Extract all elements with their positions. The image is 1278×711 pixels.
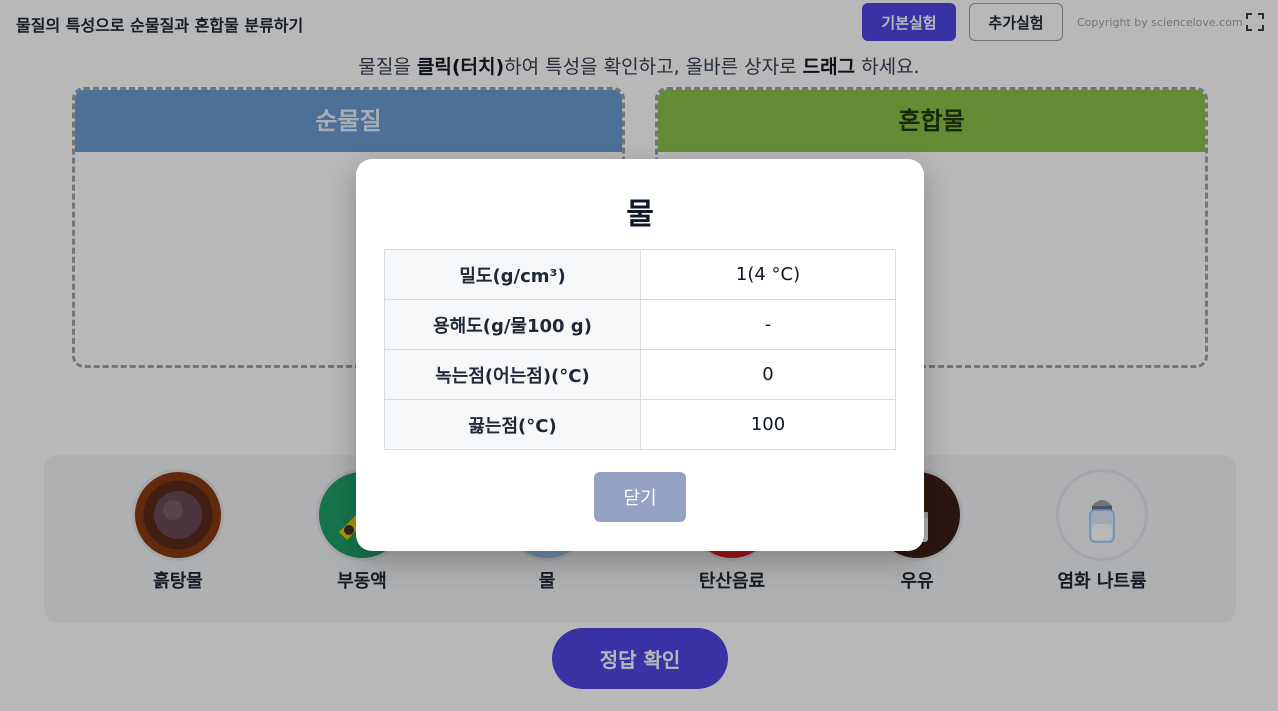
property-key: 용해도(g/물100 g) — [384, 299, 641, 350]
modal-title: 물 — [626, 197, 654, 232]
property-modal: 물 밀도(g/cm³) 1(4 °C) 용해도(g/물100 g) - 녹는점(… — [356, 159, 924, 551]
property-value: 1(4 °C) — [640, 249, 896, 300]
table-row: 녹는점(어는점)(°C) 0 — [384, 349, 896, 400]
property-value: - — [640, 299, 896, 350]
property-value: 100 — [640, 399, 896, 450]
property-key: 끓는점(°C) — [384, 399, 641, 450]
table-row: 끓는점(°C) 100 — [384, 399, 896, 450]
property-table: 밀도(g/cm³) 1(4 °C) 용해도(g/물100 g) - 녹는점(어는… — [384, 249, 896, 450]
property-value: 0 — [640, 349, 896, 400]
table-row: 밀도(g/cm³) 1(4 °C) — [384, 249, 896, 300]
property-key: 녹는점(어는점)(°C) — [384, 349, 641, 400]
close-button[interactable]: 닫기 — [594, 472, 686, 522]
table-row: 용해도(g/물100 g) - — [384, 299, 896, 350]
property-key: 밀도(g/cm³) — [384, 249, 641, 300]
